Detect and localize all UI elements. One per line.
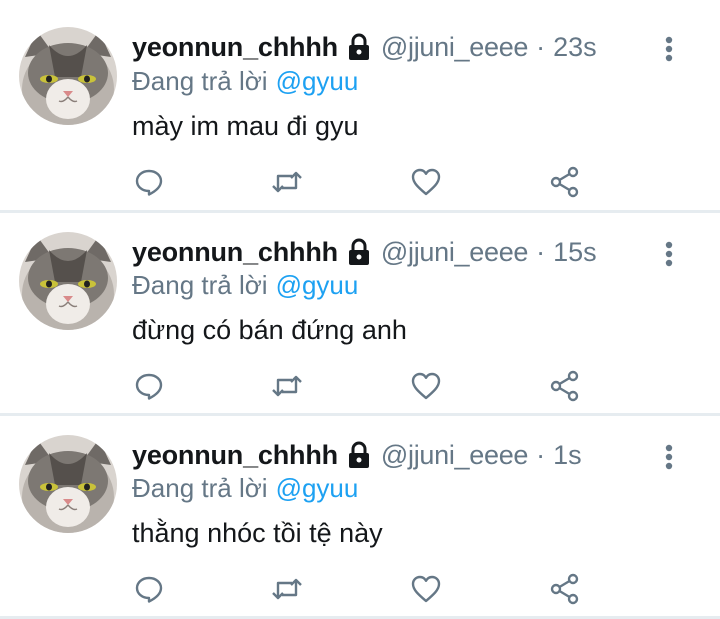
tweet-text: đừng có bán đứng anh [132, 315, 407, 345]
share-button[interactable] [548, 165, 582, 199]
lock-icon [346, 238, 372, 266]
separator-dot: · [536, 439, 546, 470]
tweet-text: mày im mau đi gyu [132, 111, 359, 141]
avatar[interactable] [19, 27, 117, 125]
display-name[interactable]: yeonnun_chhhh [132, 440, 338, 471]
reply-mention-link[interactable]: @gyuu [276, 270, 359, 300]
share-icon [550, 166, 579, 198]
reply-icon [135, 576, 163, 603]
separator-dot: · [536, 236, 546, 267]
retweet-button[interactable] [270, 165, 304, 199]
tweet-actions [132, 165, 592, 201]
avatar[interactable] [19, 232, 117, 330]
replying-to-label: Đang trả lời [132, 66, 268, 96]
display-name[interactable]: yeonnun_chhhh [132, 32, 338, 63]
tweet[interactable]: yeonnun_chhhh @jjuni_eeee · 1s Đang trả … [0, 416, 720, 619]
replying-to: Đang trả lời @gyuu [132, 270, 358, 301]
display-name[interactable]: yeonnun_chhhh [132, 237, 338, 268]
tweet-actions [132, 369, 592, 405]
replying-to: Đang trả lời @gyuu [132, 473, 358, 504]
replying-to: Đang trả lời @gyuu [132, 66, 358, 97]
reply-button[interactable] [132, 165, 166, 199]
tweet-feed: yeonnun_chhhh @jjuni_eeee · 23s Đang trả… [0, 0, 720, 619]
heart-icon [411, 168, 441, 196]
tweet-header: yeonnun_chhhh @jjuni_eeee · 15s [132, 235, 660, 269]
reply-button[interactable] [132, 369, 166, 403]
retweet-icon [272, 578, 302, 600]
timestamp[interactable]: 23s [553, 32, 597, 63]
separator-dot: · [536, 31, 546, 62]
like-button[interactable] [409, 572, 443, 606]
replying-to-label: Đang trả lời [132, 270, 268, 300]
tweet-header: yeonnun_chhhh @jjuni_eeee · 1s [132, 438, 660, 472]
reply-icon [135, 373, 163, 400]
more-vertical-icon[interactable] [656, 442, 682, 472]
reply-mention-link[interactable]: @gyuu [276, 473, 359, 503]
tweet-header: yeonnun_chhhh @jjuni_eeee · 23s [132, 30, 660, 64]
username-handle[interactable]: @jjuni_eeee [381, 237, 529, 268]
share-button[interactable] [548, 369, 582, 403]
share-icon [550, 573, 579, 605]
timestamp[interactable]: 1s [553, 440, 582, 471]
lock-icon [346, 441, 372, 469]
reply-mention-link[interactable]: @gyuu [276, 66, 359, 96]
like-button[interactable] [409, 165, 443, 199]
tweet-actions [132, 572, 592, 608]
tweet-text: thằng nhóc tồi tệ này [132, 518, 383, 548]
more-vertical-icon[interactable] [656, 239, 682, 269]
retweet-button[interactable] [270, 369, 304, 403]
timestamp[interactable]: 15s [553, 237, 597, 268]
username-handle[interactable]: @jjuni_eeee [381, 32, 529, 63]
retweet-button[interactable] [270, 572, 304, 606]
tweet[interactable]: yeonnun_chhhh @jjuni_eeee · 15s Đang trả… [0, 213, 720, 416]
lock-icon [346, 33, 372, 61]
like-button[interactable] [409, 369, 443, 403]
more-vertical-icon[interactable] [656, 34, 682, 64]
heart-icon [411, 372, 441, 400]
avatar[interactable] [19, 435, 117, 533]
reply-icon [135, 169, 163, 196]
retweet-icon [272, 171, 302, 193]
heart-icon [411, 575, 441, 603]
username-handle[interactable]: @jjuni_eeee [381, 440, 529, 471]
share-button[interactable] [548, 572, 582, 606]
reply-button[interactable] [132, 572, 166, 606]
replying-to-label: Đang trả lời [132, 473, 268, 503]
share-icon [550, 370, 579, 402]
tweet[interactable]: yeonnun_chhhh @jjuni_eeee · 23s Đang trả… [0, 0, 720, 213]
retweet-icon [272, 375, 302, 397]
